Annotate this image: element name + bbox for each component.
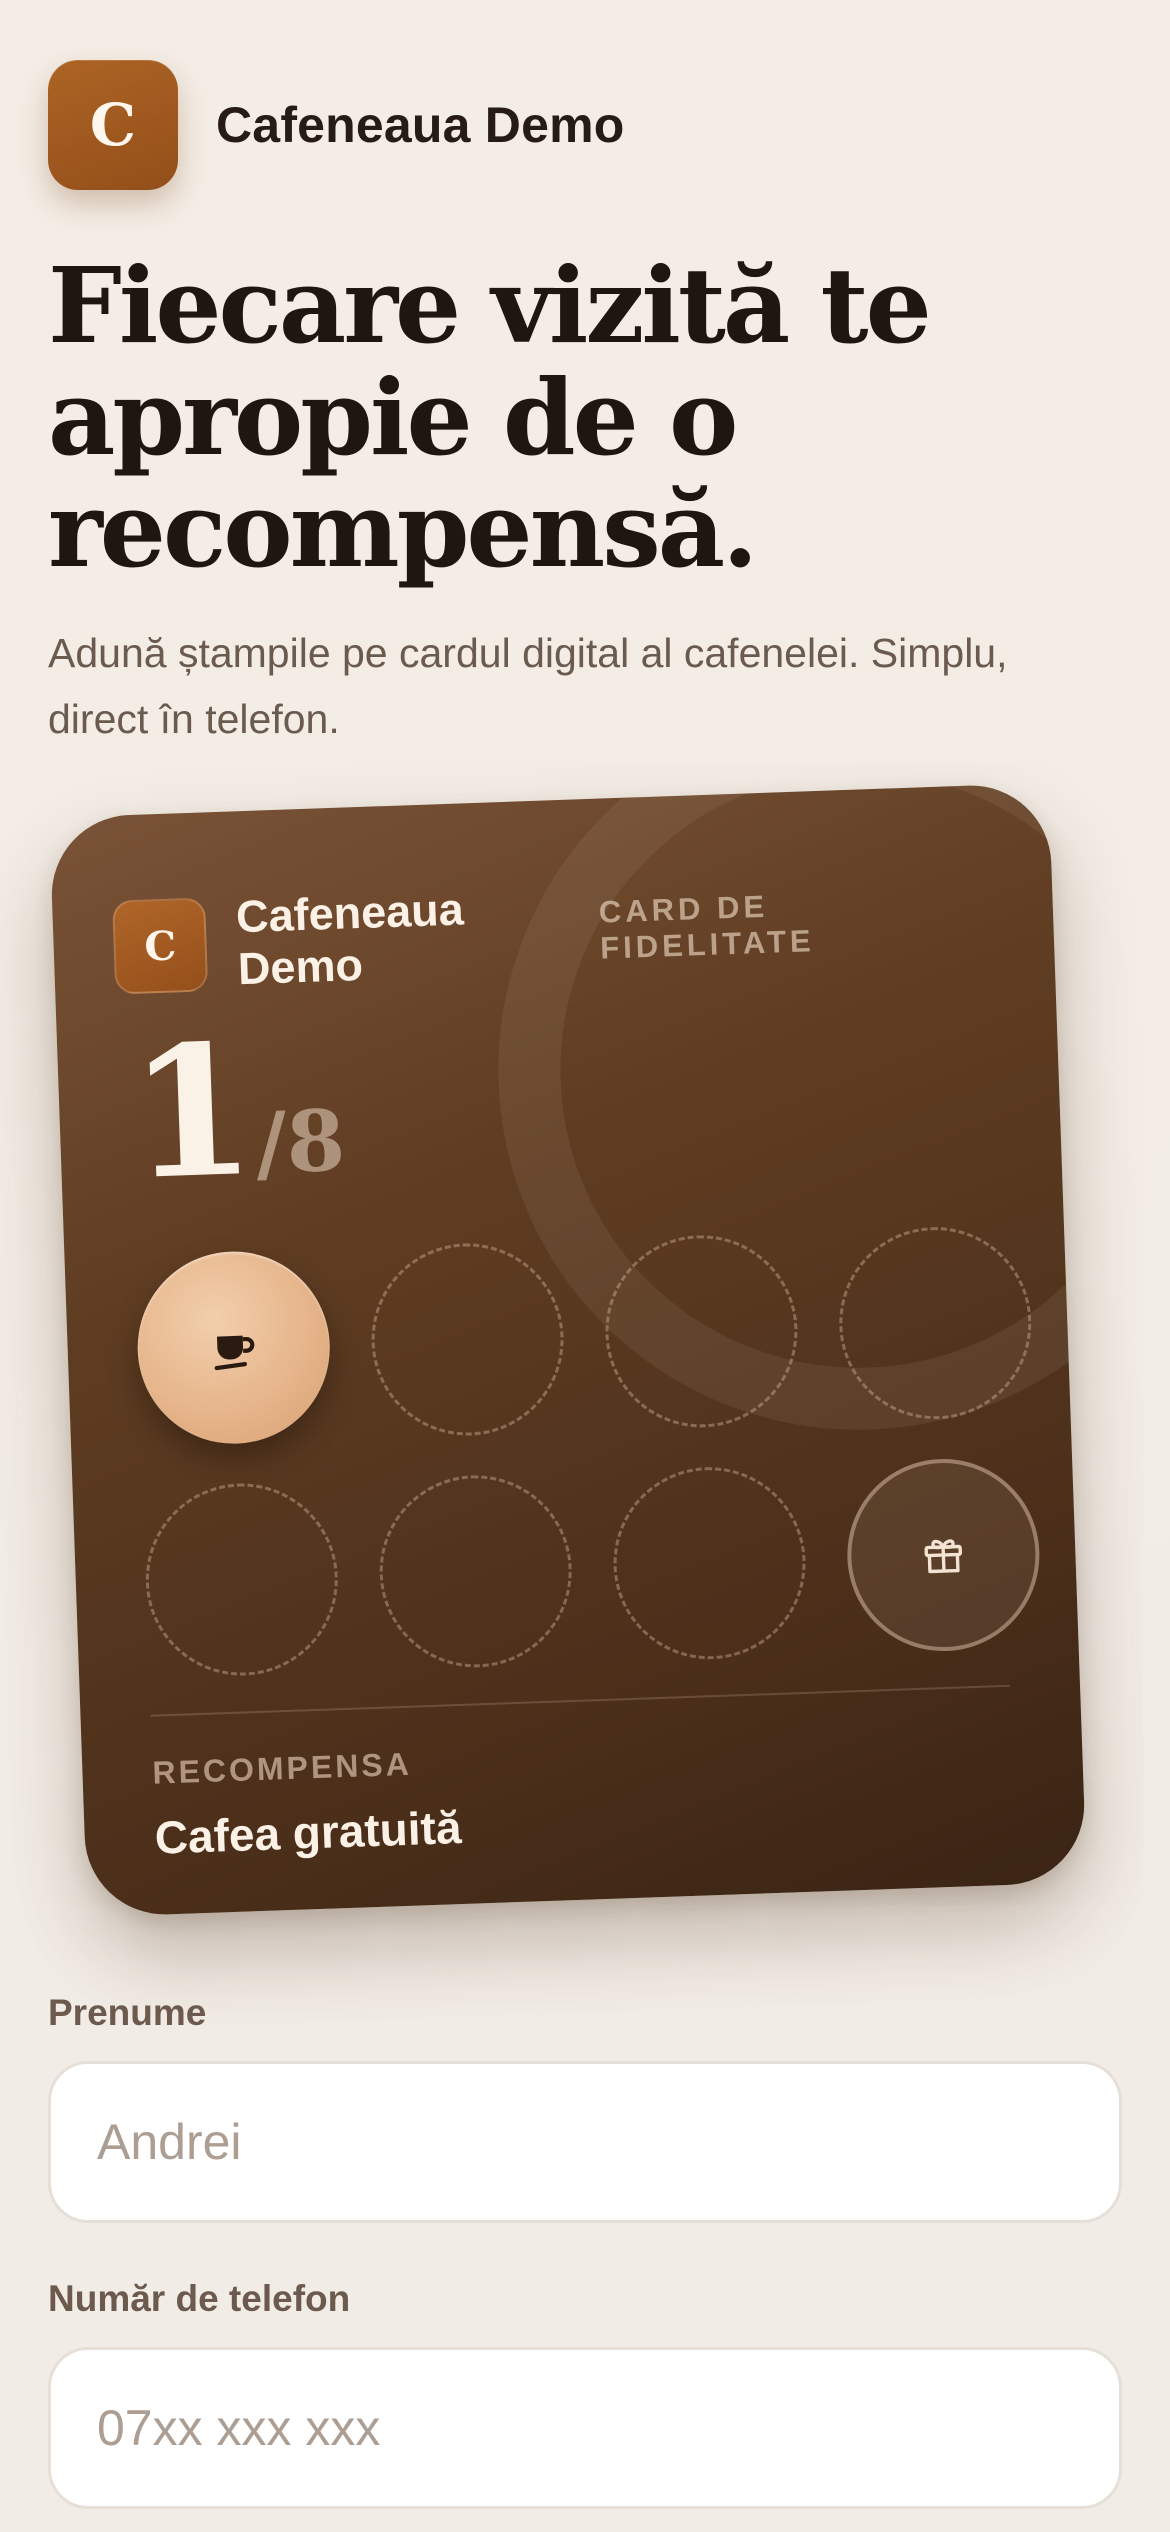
reward-label: RECOMPENSA <box>151 1745 413 1791</box>
coffee-cup-icon <box>205 1319 263 1377</box>
stamp-count-total: /8 <box>254 1090 347 1193</box>
brand-name: Cafeneaua Demo <box>216 97 625 153</box>
brand-header: C Cafeneaua Demo <box>48 60 625 190</box>
first-name-label: Prenume <box>48 1992 207 2033</box>
reward-value: Cafea gratuită <box>153 1801 463 1864</box>
gift-icon <box>919 1530 969 1580</box>
brand-logo: C <box>48 60 178 190</box>
stamp-empty <box>610 1463 809 1663</box>
card-brand-name: Cafeneaua Demo <box>235 883 465 995</box>
stamp-empty <box>376 1472 575 1671</box>
first-name-input[interactable] <box>48 2061 1122 2223</box>
stamp-filled <box>134 1248 334 1447</box>
card-logo: C <box>112 897 209 995</box>
reward-stamp <box>844 1455 1043 1655</box>
phone-input[interactable] <box>48 2347 1122 2509</box>
card-divider <box>150 1684 1011 1717</box>
hero-headline: Fiecare vizită te apropie de o recompens… <box>48 244 932 591</box>
phone-label: Număr de telefon <box>48 2278 351 2319</box>
hero-subtitle: Adună ștampile pe cardul digital al cafe… <box>48 630 1008 742</box>
stamp-empty <box>368 1240 567 1439</box>
card-tag: CARD DE FIDELITATE <box>598 888 816 966</box>
stamp-count: 1/8 <box>126 1005 347 1220</box>
loyalty-card: C Cafeneaua Demo CARD DE FIDELITATE 1/8 … <box>49 782 1087 1918</box>
stamp-empty <box>142 1480 342 1679</box>
stamp-count-current: 1 <box>125 1005 251 1221</box>
stamp-grid <box>134 1223 1043 1679</box>
stamp-empty <box>602 1232 801 1431</box>
